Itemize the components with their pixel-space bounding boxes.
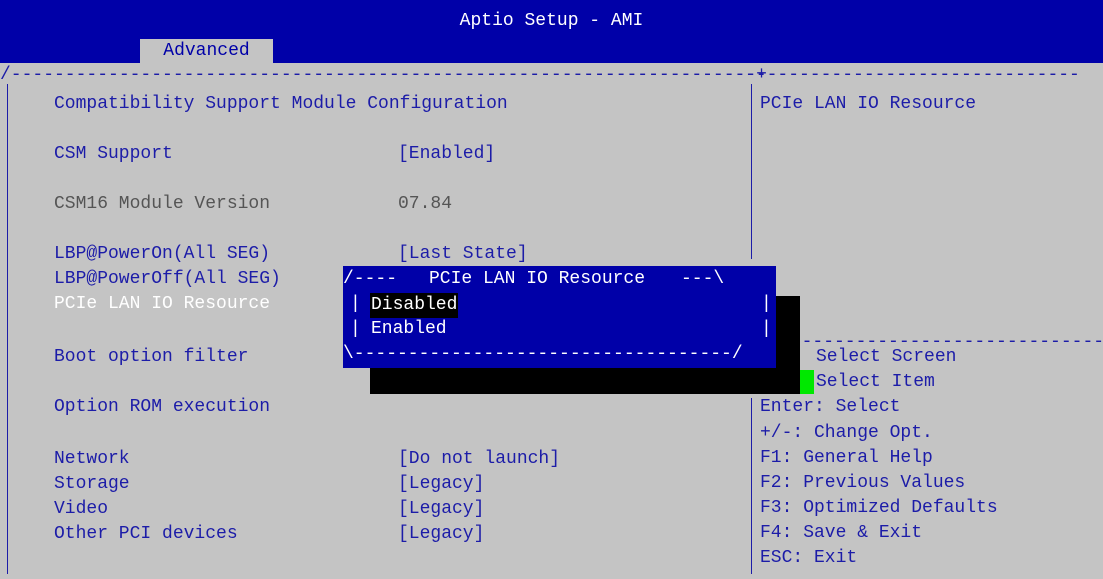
setting-pcie-lan-io-resource[interactable]: PCIe LAN IO Resource [54,292,270,317]
app-title: Aptio Setup - AMI [459,11,644,31]
setting-label: Other PCI devices [54,524,238,544]
section-title: Compatibility Support Module Configurati… [54,94,508,114]
title-bar: Aptio Setup - AMI Advanced [0,0,1103,63]
setting-value[interactable]: [Do not launch] [398,447,560,472]
frame-top-left: /---------------------------------------… [0,65,767,85]
help-description: PCIe LAN IO Resource [760,94,977,114]
popup-frame-left: | [350,319,361,339]
popup-frame-right: | [761,294,772,314]
option-rom-heading: Option ROM execution [54,397,271,417]
popup-frame-bottom: \-----------------------------------/ [343,344,743,364]
popup-option-enabled[interactable]: Enabled [371,317,447,342]
frame-top-right: ------------------------------- [745,65,1080,85]
help-key-enter: Enter: Select [760,397,901,417]
popup-option-disabled[interactable]: Disabled [370,293,459,318]
setting-label: LBP@PowerOn(All SEG) [54,244,271,264]
cursor-block [800,370,814,394]
popup-frame-right: | [761,319,772,339]
setting-label: Video [54,499,109,519]
help-key-select-screen: Select Screen [816,347,957,367]
setting-lbp-poweroff[interactable]: LBP@PowerOff(All SEG) [54,267,281,292]
popup-frame-left: | [350,294,361,314]
setting-label: Storage [54,474,130,494]
help-frame-bar-lower [751,398,752,574]
help-key-f2: F2: Previous Values [760,473,966,493]
tab-advanced[interactable]: Advanced [140,39,273,63]
help-key-f4: F4: Save & Exit [760,523,923,543]
help-key-f1: F1: General Help [760,448,933,468]
help-key-f3: F3: Optimized Defaults [760,498,998,518]
popup-frame-top-right: ---\ [681,269,725,289]
help-frame-bar [751,84,752,259]
help-key-change-opt: +/-: Change Opt. [760,423,933,443]
help-key-esc: ESC: Exit [760,548,858,568]
setting-value[interactable]: [Legacy] [398,522,484,547]
setting-label: CSM16 Module Version [54,194,271,214]
popup-title: PCIe LAN IO Resource [429,269,646,289]
left-frame-bar [7,84,8,574]
setting-value[interactable]: [Last State] [398,242,528,267]
setting-label: Network [54,449,130,469]
setting-value[interactable]: [Legacy] [398,472,484,497]
popup-frame-top-left: /---- [343,269,398,289]
setting-label: CSM Support [54,144,173,164]
setting-value: 07.84 [398,194,453,214]
setting-boot-option-filter[interactable]: Boot option filter [54,345,248,370]
setting-value[interactable]: [Enabled] [398,142,495,167]
setting-value[interactable]: [Legacy] [398,497,484,522]
help-key-select-item: Select Item [816,372,935,392]
